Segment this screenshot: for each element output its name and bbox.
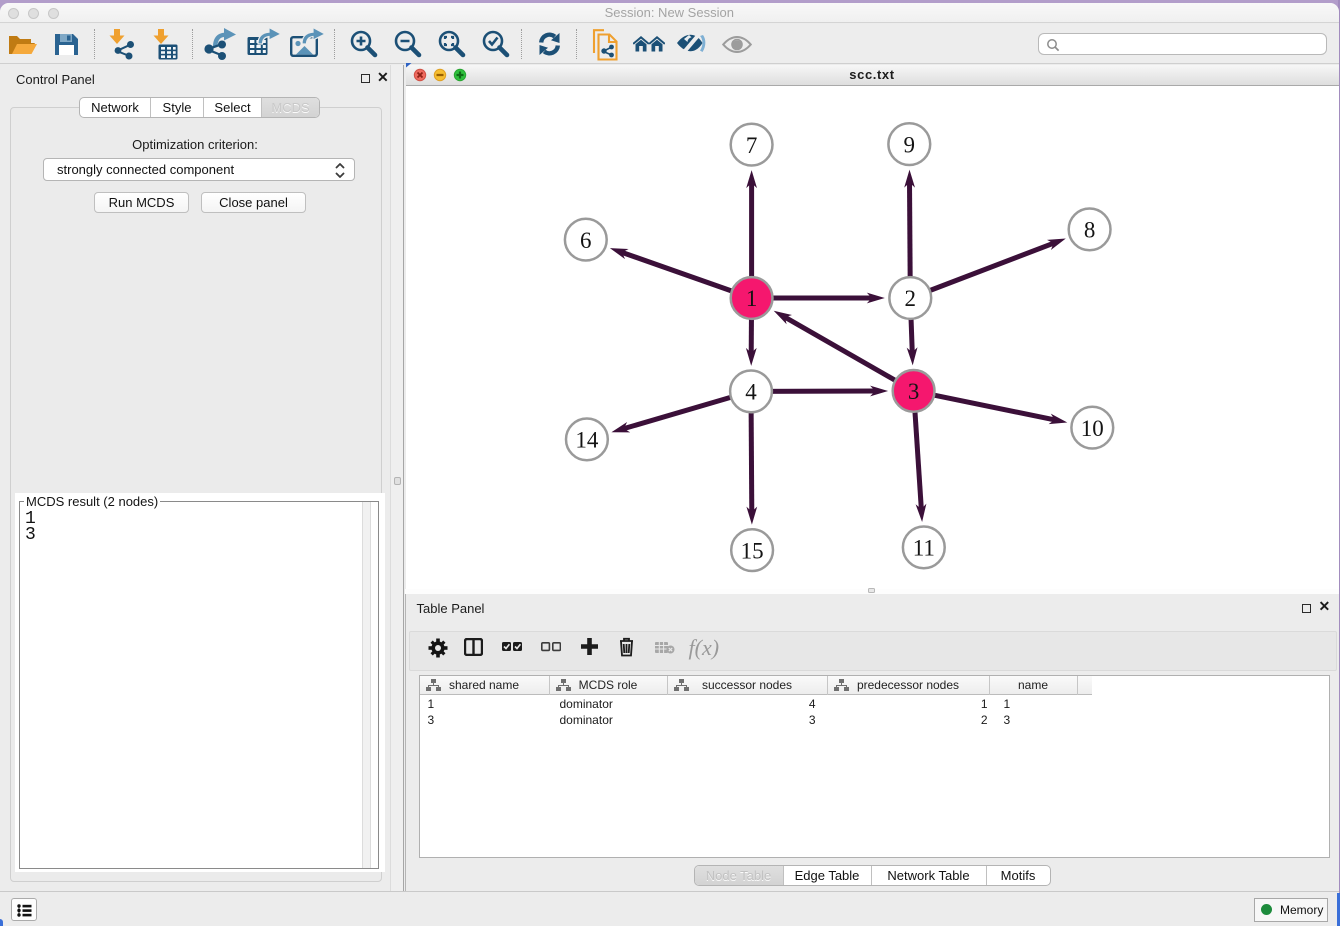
svg-text:9: 9 (904, 132, 916, 157)
svg-text:2: 2 (905, 286, 917, 311)
svg-text:8: 8 (1084, 217, 1096, 242)
svg-text:7: 7 (746, 132, 758, 157)
svg-text:15: 15 (741, 538, 764, 563)
svg-text:4: 4 (745, 379, 757, 404)
svg-text:10: 10 (1081, 415, 1104, 440)
svg-text:3: 3 (908, 379, 920, 404)
svg-text:1: 1 (746, 286, 758, 311)
svg-text:6: 6 (580, 227, 592, 252)
svg-text:14: 14 (575, 427, 599, 452)
svg-text:11: 11 (913, 535, 935, 560)
